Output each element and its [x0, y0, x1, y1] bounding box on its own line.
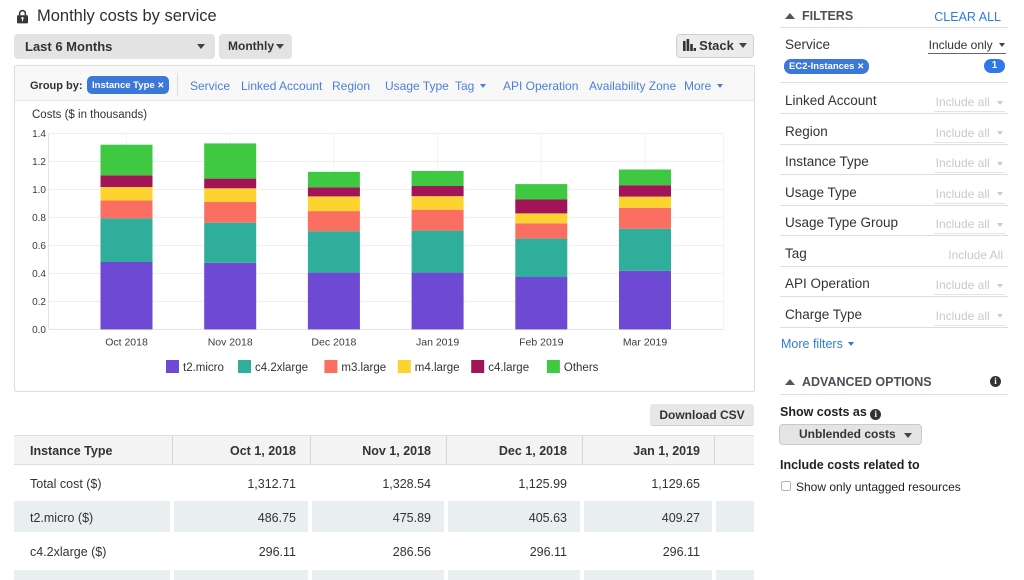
svg-text:0.6: 0.6 [32, 241, 46, 252]
svg-text:c4.2xlarge: c4.2xlarge [255, 362, 308, 374]
svg-text:Mar 2019: Mar 2019 [623, 337, 668, 349]
svg-text:1.0: 1.0 [32, 185, 46, 196]
svg-text:m3.large: m3.large [341, 362, 386, 374]
svg-text:0.4: 0.4 [32, 269, 46, 280]
svg-text:Others: Others [564, 362, 599, 374]
svg-text:1.2: 1.2 [32, 157, 46, 168]
svg-text:t2.micro: t2.micro [183, 362, 224, 374]
svg-text:Jan 2019: Jan 2019 [416, 337, 459, 349]
svg-text:c4.large: c4.large [488, 362, 529, 374]
svg-text:Costs ($ in thousands): Costs ($ in thousands) [32, 109, 147, 121]
svg-text:0.8: 0.8 [32, 213, 46, 224]
svg-text:Nov 2018: Nov 2018 [208, 337, 253, 349]
svg-text:Oct 2018: Oct 2018 [105, 337, 148, 349]
svg-text:Feb 2019: Feb 2019 [519, 337, 564, 349]
svg-text:0.0: 0.0 [32, 325, 46, 336]
svg-text:0.2: 0.2 [32, 297, 46, 308]
svg-text:m4.large: m4.large [415, 362, 460, 374]
svg-text:1.4: 1.4 [32, 129, 46, 140]
svg-text:Dec 2018: Dec 2018 [311, 337, 356, 349]
